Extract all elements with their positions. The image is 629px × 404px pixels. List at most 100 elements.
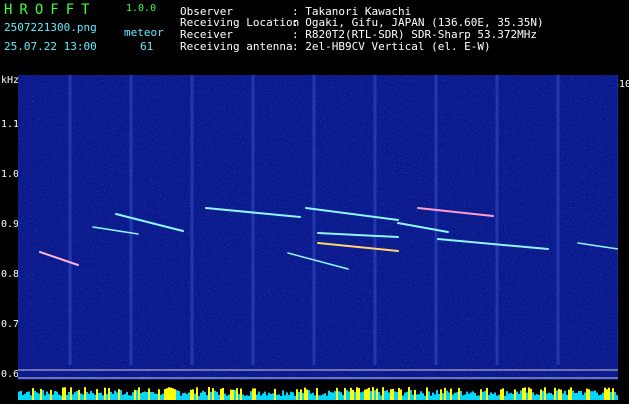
file-name: 2507221300.png <box>4 21 97 34</box>
signal-bar <box>320 395 322 400</box>
signal-bar <box>362 391 364 400</box>
signal-bar <box>566 394 568 400</box>
signal-bar <box>296 389 298 400</box>
signal-bar <box>176 390 178 400</box>
signal-bar <box>300 389 302 400</box>
signal-bar <box>104 387 106 400</box>
signal-bar <box>476 395 478 400</box>
y-tick-label: 1.1 <box>1 119 20 130</box>
signal-bar <box>328 390 330 400</box>
signal-bar <box>420 391 422 400</box>
signal-bar <box>258 391 260 400</box>
signal-bar <box>424 395 426 400</box>
signal-bar <box>408 387 410 400</box>
signal-bar <box>426 387 428 400</box>
signal-bar <box>130 395 132 400</box>
signal-bar <box>284 395 286 400</box>
signal-bar <box>150 391 152 400</box>
signal-bar <box>564 390 566 400</box>
signal-bar <box>558 388 560 400</box>
signal-bar <box>592 391 594 400</box>
meteor-label: meteor <box>124 26 164 39</box>
signal-bar <box>430 395 432 400</box>
signal-bar <box>354 391 356 400</box>
app-version: 1.0.0 <box>126 3 157 14</box>
signal-bar <box>614 392 616 400</box>
signal-bar <box>498 394 500 400</box>
signal-bar <box>78 389 80 400</box>
signal-bar <box>432 392 434 400</box>
signal-bar <box>18 391 20 400</box>
y-tick-label: 0.6 <box>1 369 20 380</box>
signal-bar <box>458 387 460 400</box>
app-name: HROFFT <box>4 2 97 18</box>
signal-bar <box>518 393 520 400</box>
signal-bar <box>208 387 210 400</box>
signal-bar <box>560 389 562 400</box>
signal-bar <box>92 393 94 400</box>
signal-bar <box>54 390 56 400</box>
signal-bar <box>418 394 420 400</box>
signal-bar <box>460 390 462 400</box>
signal-bar <box>330 392 332 400</box>
signal-bar <box>534 395 536 400</box>
signal-bar <box>386 390 388 400</box>
signal-bar <box>492 393 494 400</box>
signal-bar <box>314 395 316 400</box>
signal-bar <box>604 387 606 400</box>
signal-bar <box>396 392 398 400</box>
signal-bar <box>106 393 108 400</box>
y-tick-label: 0.7 <box>1 319 20 330</box>
signal-bar <box>500 389 502 400</box>
signal-bar <box>232 389 234 400</box>
signal-bar <box>516 391 518 400</box>
signal-bar <box>288 395 290 400</box>
signal-bar <box>340 392 342 400</box>
signal-bar <box>276 394 278 400</box>
signal-bar <box>204 392 206 400</box>
signal-bar <box>392 388 394 400</box>
signal-bar <box>398 388 400 400</box>
signal-bar <box>122 394 124 400</box>
signal-bar <box>32 388 34 400</box>
signal-bar <box>390 389 392 400</box>
signal-bar <box>262 393 264 400</box>
signal-bar <box>456 392 458 400</box>
signal-bar <box>190 389 192 400</box>
signal-bar <box>588 389 590 400</box>
signal-bar <box>342 394 344 400</box>
signal-bar <box>136 390 138 400</box>
signal-bar <box>306 389 308 400</box>
signal-bar <box>528 387 530 400</box>
signal-bar <box>466 391 468 400</box>
signal-bar <box>484 391 486 400</box>
signal-bar <box>170 387 172 400</box>
signal-bar <box>214 390 216 400</box>
signal-bar <box>50 389 52 400</box>
signal-bar <box>334 391 336 400</box>
signal-bar <box>234 390 236 400</box>
signal-bar <box>308 390 310 400</box>
signal-bar <box>192 389 194 400</box>
signal-bar <box>280 395 282 400</box>
signal-bar <box>56 391 58 400</box>
signal-bar <box>158 389 160 400</box>
signal-bar <box>154 393 156 400</box>
signal-bar <box>346 390 348 400</box>
signal-bar <box>302 392 304 400</box>
signal-bar <box>402 395 404 400</box>
signal-bar <box>600 394 602 400</box>
signal-bar <box>434 394 436 400</box>
signal-bar <box>298 391 300 400</box>
signal-bar <box>126 391 128 400</box>
signal-bar <box>494 392 496 400</box>
info-antenna-key: Receiving antenna <box>180 40 293 53</box>
signal-bar <box>544 387 546 400</box>
signal-bar <box>358 388 360 400</box>
signal-bar <box>82 394 84 400</box>
signal-bar <box>590 391 592 400</box>
signal-bar <box>52 394 54 400</box>
signal-bar <box>30 395 32 400</box>
signal-bar <box>376 388 378 400</box>
signal-bar <box>202 390 204 400</box>
